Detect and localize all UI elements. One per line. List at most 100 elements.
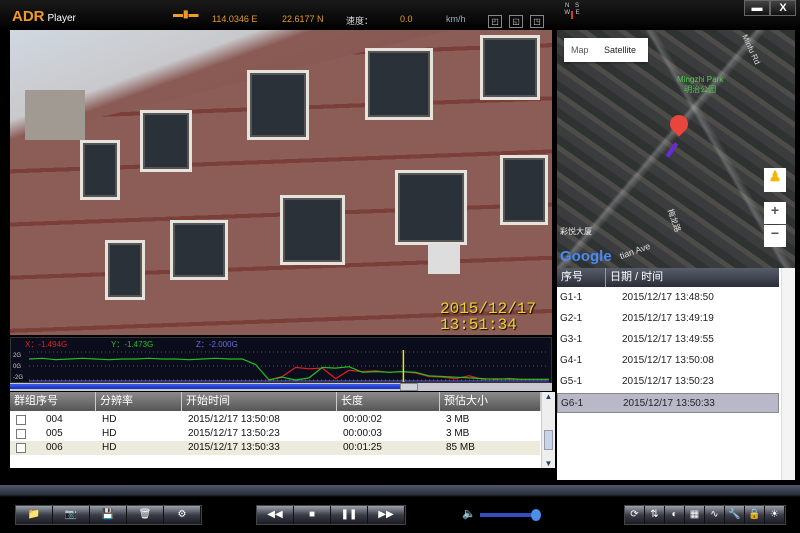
building-window (500, 155, 548, 225)
col-header[interactable]: 日期 / 时间 (605, 268, 663, 287)
scroll-down-icon[interactable]: ▼ (542, 459, 555, 468)
building-window (105, 240, 145, 300)
video-view[interactable]: 2015/12/17 13:51:34 (10, 30, 552, 335)
fast-forward-button[interactable]: ▶▶ (368, 506, 405, 524)
col-header[interactable]: 长度 (337, 392, 440, 411)
zoom-out-button[interactable]: − (764, 225, 786, 247)
scroll-up-icon[interactable]: ▲ (542, 392, 555, 401)
wrench-button[interactable]: 🔧 (725, 506, 745, 524)
tick-label: 2G (13, 353, 22, 359)
row-checkbox[interactable] (16, 415, 26, 425)
volume-icon[interactable]: 🔈 (462, 507, 476, 520)
y-axis-value: Y：-1.473G (111, 340, 154, 349)
scroll-thumb[interactable] (544, 430, 553, 450)
row-checkbox[interactable] (16, 443, 26, 453)
table-row[interactable]: 005 HD 2015/12/17 13:50:23 00:00:03 3 MB (10, 427, 540, 441)
table-cell: 3 MB (446, 414, 470, 425)
table-cell: 00:00:03 (343, 428, 382, 439)
title-bar: ADR Player ▬▮▬ 114.0346 E 22.6177 N 速度： 0… (0, 0, 800, 30)
map-label: 明治公园 (684, 85, 717, 94)
brightness-button[interactable]: ☀ (765, 506, 785, 524)
col-header[interactable]: 预估大小 (440, 392, 541, 411)
building-window (395, 170, 467, 245)
speed-label: 速度： (346, 16, 374, 26)
col-header[interactable]: 分辨率 (96, 392, 182, 411)
rotate-button[interactable]: ⟳ (625, 506, 645, 524)
stop-button[interactable]: ■ (294, 506, 331, 524)
wave-button[interactable]: ∿ (705, 506, 725, 524)
building-chimney (25, 90, 85, 140)
event-item[interactable]: G2-1 2015/12/17 13:49:19 (557, 309, 779, 329)
volume-handle[interactable] (531, 509, 541, 521)
event-datetime: 2015/12/17 13:49:19 (622, 313, 714, 324)
building-window (365, 48, 433, 120)
gear-button[interactable]: ⚙ (164, 506, 201, 524)
event-item[interactable]: G1-1 2015/12/17 13:48:50 (557, 288, 779, 308)
building-window (80, 140, 120, 200)
event-id: G2-1 (560, 313, 583, 324)
file-controls: 📁 📷 💾 🗑 ⚙ (15, 505, 202, 525)
g-sensor-plot (29, 350, 549, 382)
screen-mode-2-button[interactable]: ◱ (509, 15, 523, 28)
map-button[interactable]: ▦ (685, 506, 705, 524)
event-list-scrollbar[interactable] (781, 268, 795, 480)
air-conditioner (428, 244, 460, 274)
satellite-icon: ▬▮▬ (173, 9, 199, 20)
satellite-tab[interactable]: Satellite (604, 45, 636, 55)
table-row[interactable]: 006 HD 2015/12/17 13:50:33 00:01:25 85 MB (10, 441, 540, 455)
event-datetime: 2015/12/17 13:50:23 (622, 376, 714, 387)
speed-unit: km/h (446, 14, 466, 24)
map-tab[interactable]: Map (571, 45, 589, 55)
flip-button[interactable]: ⇅ (645, 506, 665, 524)
table-cell: 85 MB (446, 442, 475, 453)
building-window (170, 220, 228, 280)
event-item[interactable]: G3-1 2015/12/17 13:49:55 (557, 330, 779, 350)
map-marker-icon[interactable] (666, 111, 692, 137)
street-view-icon[interactable]: ♟ (764, 168, 786, 192)
folder-button[interactable]: 📁 (16, 506, 53, 524)
event-id: G3-1 (560, 334, 583, 345)
progress-handle[interactable] (400, 383, 419, 391)
x-axis-value: X：-1.494G (25, 340, 68, 349)
minimize-button[interactable]: ▬ (744, 0, 770, 16)
close-button[interactable]: X (770, 0, 796, 16)
google-earth-button[interactable]: ◐ (665, 506, 685, 524)
row-checkbox[interactable] (16, 429, 26, 439)
camera-button[interactable]: 📷 (53, 506, 90, 524)
event-item[interactable]: G6-1 2015/12/17 13:50:33 (557, 393, 779, 413)
route-track (665, 142, 679, 158)
col-header[interactable]: 群组序号 (10, 392, 96, 411)
event-datetime: 2015/12/17 13:49:55 (622, 334, 714, 345)
save-button[interactable]: 💾 (90, 506, 127, 524)
col-header[interactable]: 序号 (561, 268, 583, 287)
table-scrollbar[interactable]: ▲ ▼ (541, 392, 555, 468)
progress-fill (10, 384, 401, 389)
event-list-header: 序号 日期 / 时间 (557, 268, 779, 287)
screen-mode-3-button[interactable]: ◳ (530, 15, 544, 28)
event-item[interactable]: G4-1 2015/12/17 13:50:08 (557, 351, 779, 371)
table-cell: 2015/12/17 13:50:08 (188, 414, 280, 425)
building-window (480, 35, 540, 100)
building-window (280, 195, 345, 265)
map-view[interactable]: Map Satellite Mingzhi Park 明治公园 Minfu Rd … (557, 30, 795, 268)
map-label: 梅龙路 (665, 207, 683, 234)
event-datetime: 2015/12/17 13:50:33 (623, 398, 715, 409)
tick-label: 0G (13, 364, 22, 370)
event-item[interactable]: G5-1 2015/12/17 13:50:23 (557, 372, 779, 392)
file-table: 群组序号 分辨率 开始时间 长度 预估大小 004 HD 2015/12/17 13… (10, 392, 555, 468)
screen-mode-1-button[interactable]: ◰ (488, 15, 502, 28)
table-row[interactable]: 004 HD 2015/12/17 13:50:08 00:00:02 3 MB (10, 413, 540, 427)
col-header[interactable]: 开始时间 (182, 392, 337, 411)
latitude: 22.6177 N (282, 14, 324, 24)
trash-button[interactable]: 🗑 (127, 506, 164, 524)
playback-progress[interactable] (10, 383, 552, 391)
pause-button[interactable]: ❚❚ (331, 506, 368, 524)
building-window (140, 110, 192, 172)
table-cell: HD (102, 414, 117, 425)
volume-slider[interactable] (480, 509, 541, 521)
lock-button[interactable]: 🔒 (745, 506, 765, 524)
map-label: 彩悦大厦 (560, 227, 592, 236)
google-logo: Google (560, 248, 612, 265)
zoom-in-button[interactable]: + (764, 202, 786, 224)
rewind-button[interactable]: ◀◀ (257, 506, 294, 524)
